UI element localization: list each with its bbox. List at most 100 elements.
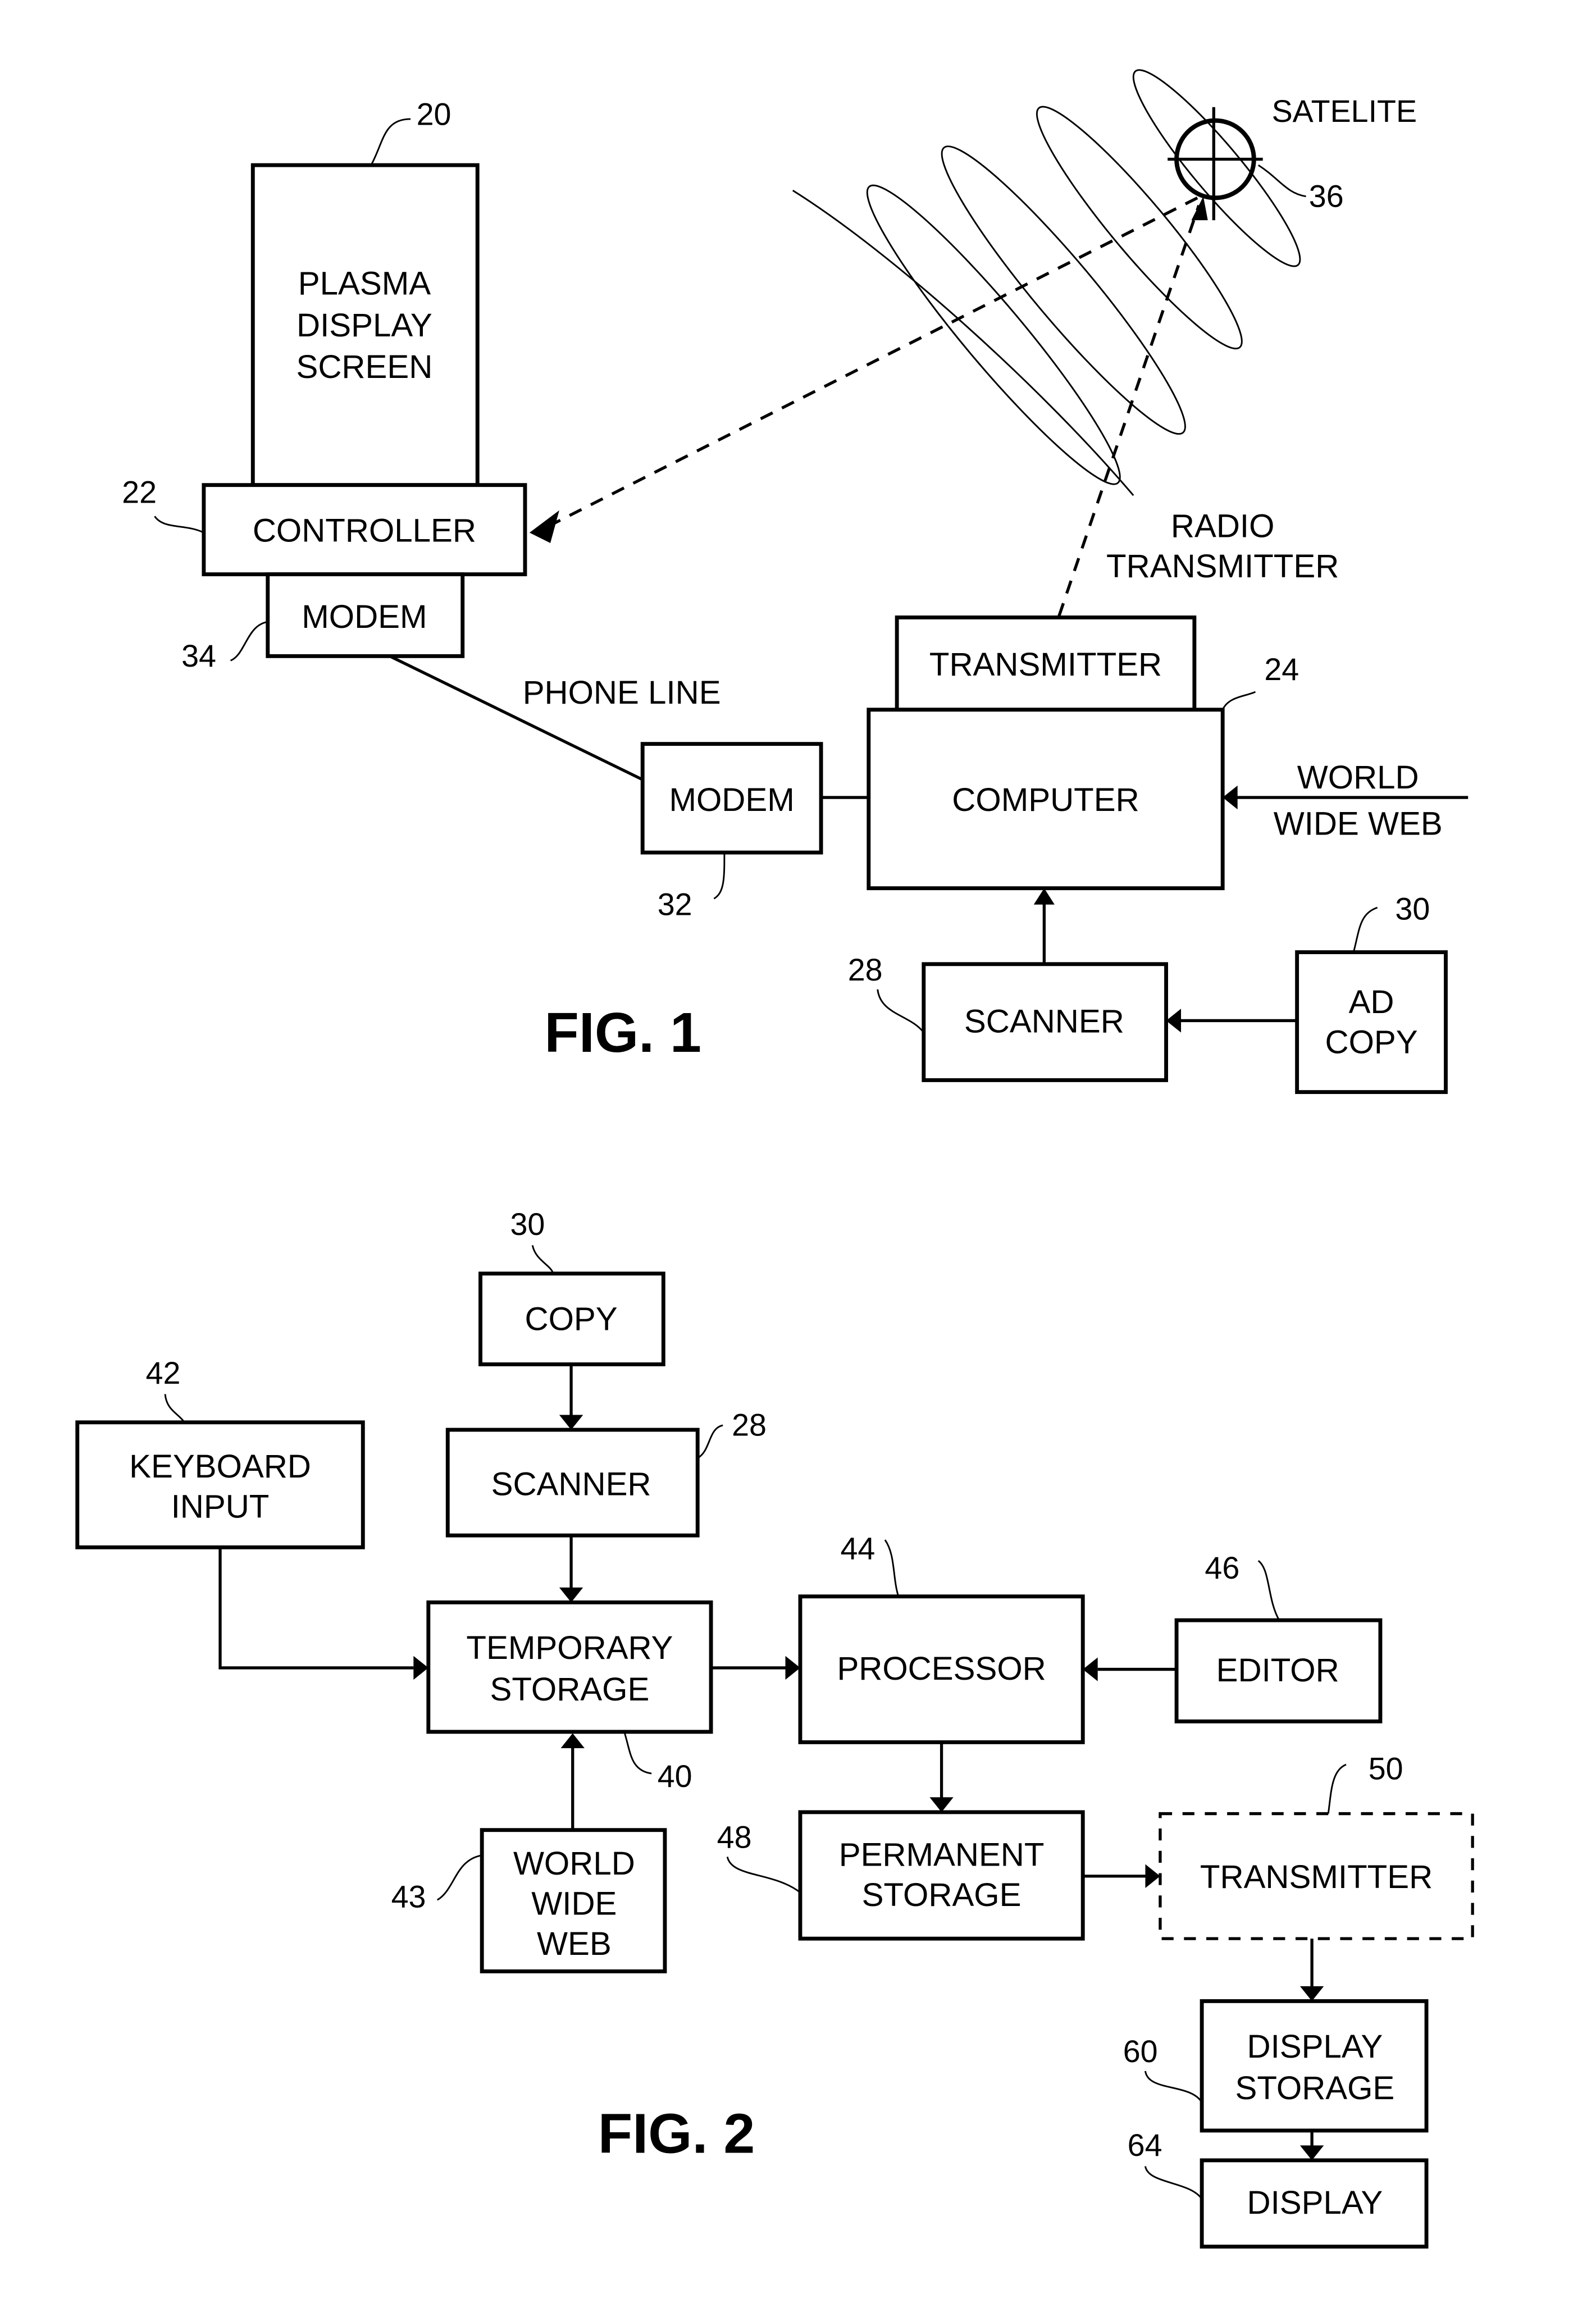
arrowhead-icon — [1083, 1657, 1098, 1681]
radio-transmitter-label: RADIO — [1171, 508, 1275, 544]
modem-computer-label: MODEM — [669, 782, 794, 818]
ref-28: 28 — [848, 952, 883, 987]
arrowhead-icon — [1223, 785, 1238, 810]
leader-line — [154, 516, 204, 533]
display-storage-box — [1200, 1999, 1429, 2133]
ref-20: 20 — [417, 97, 452, 132]
ref-22: 22 — [122, 475, 157, 509]
leader-line — [624, 1733, 652, 1775]
keyboard-input-label: KEYBOARD — [129, 1448, 311, 1485]
ref-44: 44 — [840, 1531, 875, 1566]
permanent-storage-label: STORAGE — [862, 1877, 1022, 1913]
leader-line — [1221, 691, 1256, 710]
ad-copy-label: AD — [1349, 984, 1394, 1020]
arrowhead-icon — [785, 1656, 800, 1680]
ref-32: 32 — [658, 887, 692, 922]
computer-label: COMPUTER — [952, 782, 1139, 818]
transmitter-label: TRANSMITTER — [1200, 1859, 1433, 1895]
ref-40: 40 — [658, 1759, 692, 1794]
ref-28: 28 — [732, 1408, 767, 1443]
arrowhead-icon — [1033, 888, 1055, 905]
ref-42: 42 — [146, 1356, 181, 1390]
arrowhead-icon — [559, 1587, 583, 1603]
satellite-beam-waves — [792, 69, 1301, 496]
ref-34: 34 — [181, 639, 216, 673]
ref-30: 30 — [1395, 891, 1430, 926]
plasma-display-label: SCREEN — [297, 349, 433, 385]
arrowhead-icon — [413, 1656, 428, 1680]
permanent-storage-box — [798, 1810, 1085, 1941]
ref-46: 46 — [1205, 1551, 1239, 1585]
editor-label: EDITOR — [1216, 1652, 1339, 1689]
figure-1-title: FIG. 1 — [544, 1001, 701, 1064]
processor-label: PROCESSOR — [837, 1650, 1046, 1687]
figure-2-title: FIG. 2 — [598, 2103, 755, 2165]
leader-line — [697, 1424, 723, 1459]
world-wide-web-label: WEB — [537, 1926, 612, 1962]
temporary-storage-label: TEMPORARY — [466, 1630, 673, 1666]
world-wide-web-label: WIDE WEB — [1274, 805, 1443, 842]
world-wide-web-label: WIDE — [531, 1886, 617, 1922]
leader-line — [877, 989, 924, 1033]
ad-copy-label: COPY — [1325, 1024, 1418, 1061]
phone-line-label: PHONE LINE — [523, 674, 721, 711]
figure-2: COPY 30 SCANNER 28 KEYBOARD INPUT 42 TEM… — [75, 1207, 1474, 2249]
scanner-label: SCANNER — [491, 1466, 651, 1503]
arrowhead-icon — [529, 510, 559, 544]
satellite-to-controller-link — [553, 197, 1198, 525]
arrowhead-icon — [1299, 2145, 1324, 2160]
ref-50: 50 — [1369, 1752, 1403, 1786]
ref-30: 30 — [510, 1207, 545, 1242]
temporary-storage-box — [426, 1600, 713, 1734]
ref-36: 36 — [1309, 179, 1344, 213]
arrowhead-icon — [929, 1797, 954, 1812]
controller-label: CONTROLLER — [253, 512, 476, 549]
leader-line — [726, 1857, 801, 1894]
leader-line — [230, 621, 268, 662]
world-wide-web-label: WORLD — [1297, 759, 1419, 796]
leader-line — [1144, 2071, 1203, 2103]
leader-line — [884, 1539, 900, 1597]
plasma-display-label: DISPLAY — [297, 307, 432, 344]
display-label: DISPLAY — [1247, 2185, 1383, 2221]
scanner-label: SCANNER — [964, 1004, 1124, 1040]
beam-wave — [792, 189, 1134, 496]
ref-48: 48 — [717, 1820, 752, 1854]
leader-line — [1144, 2166, 1203, 2200]
arrowhead-icon — [1299, 1986, 1324, 2001]
leader-line — [371, 118, 411, 165]
keyboard-input-box — [75, 1420, 365, 1549]
modem-display-label: MODEM — [302, 599, 427, 635]
leader-line — [436, 1854, 482, 1901]
leader-line — [1352, 906, 1378, 952]
keyboard-input-label: INPUT — [171, 1488, 270, 1525]
beam-wave — [1132, 69, 1301, 267]
beam-wave — [941, 145, 1186, 435]
display-storage-label: DISPLAY — [1247, 2028, 1383, 2065]
leader-line — [1327, 1763, 1347, 1814]
ref-43: 43 — [391, 1879, 426, 1914]
arrowhead-icon — [1166, 1009, 1182, 1033]
beam-wave — [1036, 106, 1243, 350]
satellite-label: SATELITE — [1272, 94, 1417, 129]
leader-line — [713, 854, 726, 900]
transmitter-label: TRANSMITTER — [929, 646, 1162, 683]
leader-line — [164, 1394, 185, 1423]
patent-drawing-sheet: SATELITE 36 RADIO TRANSMITTER PLASMA DIS… — [75, 69, 1474, 2249]
leader-line — [531, 1245, 554, 1274]
plasma-display-label: PLASMA — [298, 266, 431, 302]
arrowhead-icon — [1145, 1864, 1160, 1889]
arrowhead-icon — [560, 1733, 585, 1748]
temporary-storage-label: STORAGE — [490, 1671, 650, 1708]
ref-64: 64 — [1128, 2128, 1162, 2163]
display-storage-label: STORAGE — [1235, 2070, 1394, 2106]
figure-1: SATELITE 36 RADIO TRANSMITTER PLASMA DIS… — [122, 69, 1469, 1095]
radio-transmitter-label: TRANSMITTER — [1106, 548, 1339, 585]
ref-24: 24 — [1264, 652, 1299, 687]
keyboard-to-temp-storage-connector — [218, 1547, 414, 1670]
permanent-storage-label: PERMANENT — [839, 1836, 1045, 1873]
ref-60: 60 — [1123, 2034, 1158, 2069]
world-wide-web-label: WORLD — [513, 1845, 635, 1882]
leader-line — [1257, 1560, 1280, 1621]
copy-label: COPY — [525, 1301, 618, 1338]
